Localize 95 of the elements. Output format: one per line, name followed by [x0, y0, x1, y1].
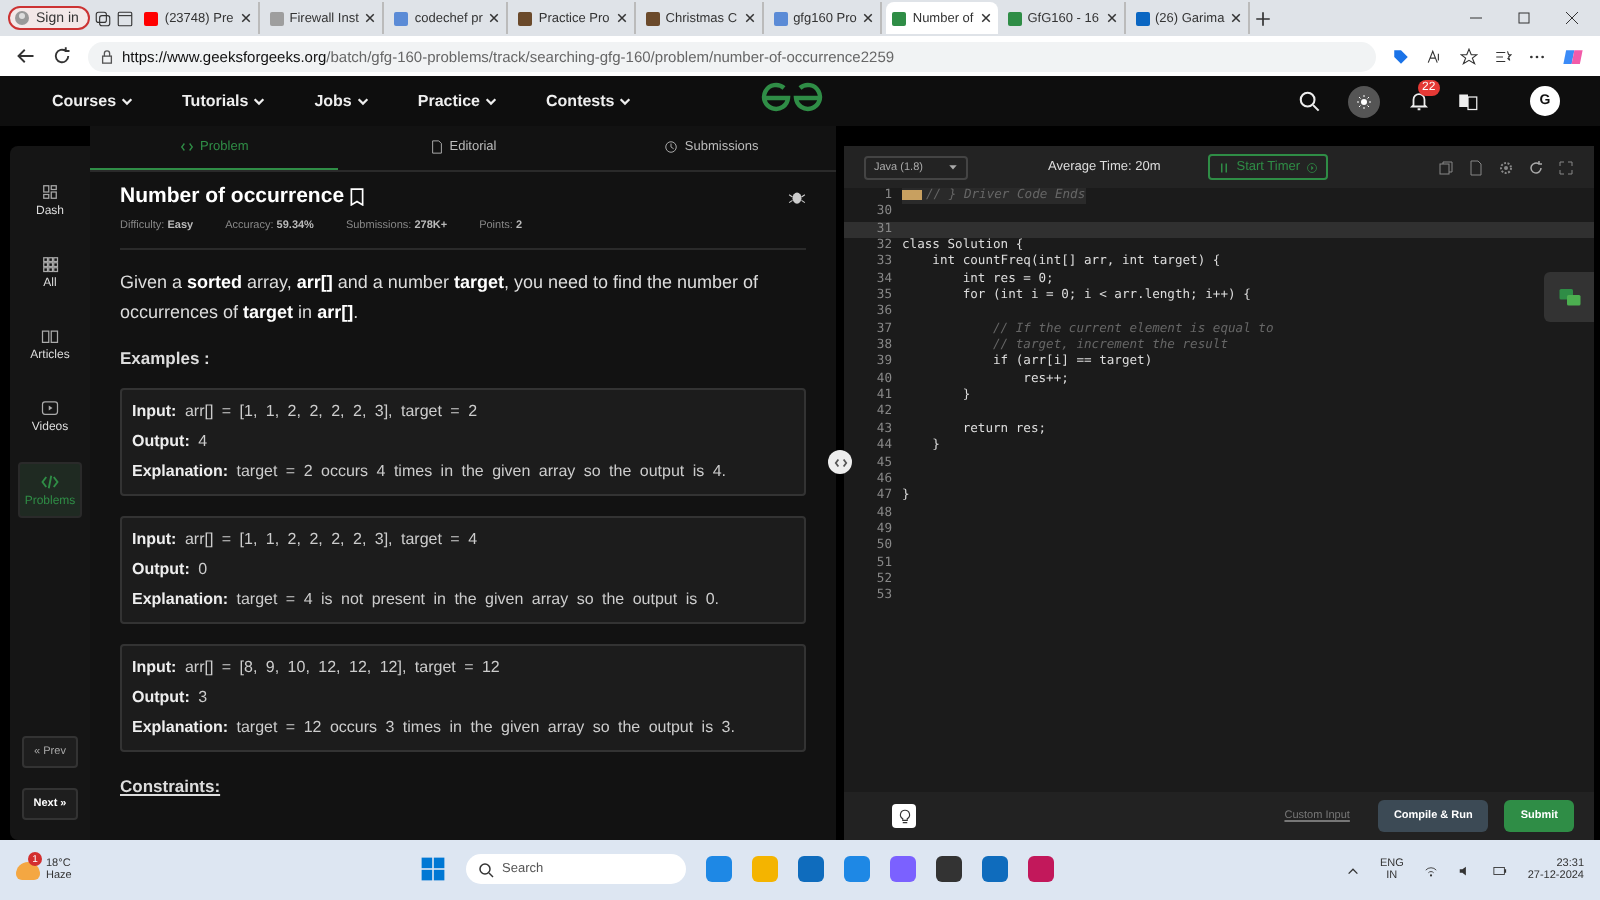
- star-icon[interactable]: [1460, 47, 1478, 65]
- close-icon[interactable]: [1564, 10, 1580, 26]
- close-icon: [743, 12, 756, 24]
- app-icon[interactable]: [936, 856, 962, 882]
- document-icon: [429, 140, 444, 154]
- logo-icon[interactable]: [760, 82, 824, 114]
- bell-icon[interactable]: [1408, 90, 1430, 112]
- example-line: Input: arr[] = [1, 1, 2, 2, 2, 2, 3], target = 4: [132, 530, 480, 550]
- chevron-icon: [355, 94, 370, 108]
- profile-icon: [14, 10, 30, 26]
- nav-menu[interactable]: Tutorials: [170, 90, 279, 112]
- chevron-icon: [618, 94, 633, 108]
- file-icon[interactable]: [1468, 159, 1484, 175]
- weather-icon: [16, 861, 40, 879]
- example-line: Output: 3: [132, 688, 210, 708]
- back-icon[interactable]: [16, 46, 36, 66]
- close-icon: [862, 12, 875, 24]
- workspaces-icon[interactable]: [94, 9, 113, 27]
- reset-icon[interactable]: [1528, 159, 1544, 175]
- problem-title: Number of occurrence: [120, 184, 345, 208]
- example-line: Explanation: target = 2 occurs 4 times in the given array so the output is 4.: [132, 462, 729, 482]
- clock-icon: [664, 140, 679, 154]
- close-icon: [239, 12, 252, 24]
- read-aloud-icon[interactable]: [1426, 47, 1444, 65]
- favicon-icon: [773, 11, 788, 25]
- example-line: Output: 0: [132, 560, 210, 580]
- settings-icon[interactable]: [1498, 159, 1514, 175]
- maximize-icon[interactable]: [1516, 10, 1532, 26]
- sun-icon: [1356, 93, 1372, 109]
- favicon-icon: [518, 11, 533, 25]
- favicon-icon: [144, 11, 159, 25]
- app-icon[interactable]: [982, 856, 1008, 882]
- close-icon: [488, 12, 501, 24]
- close-icon: [1230, 12, 1243, 24]
- search-icon[interactable]: [1298, 90, 1320, 112]
- lock-icon: [100, 49, 114, 63]
- battery-icon: [1491, 863, 1508, 877]
- nav-menu[interactable]: Jobs: [302, 90, 382, 112]
- search-icon: [478, 861, 494, 877]
- example-line: Explanation: target = 12 occurs 3 times in the given array so the output is 3.: [132, 718, 737, 738]
- close-icon: [364, 12, 377, 24]
- close-icon: [615, 12, 628, 24]
- code-icon: [180, 140, 195, 154]
- refresh-icon[interactable]: [52, 46, 72, 66]
- app-icon[interactable]: [798, 856, 824, 882]
- video-icon: [40, 398, 60, 418]
- fold-marker-icon[interactable]: [902, 189, 922, 200]
- windows-start-icon[interactable]: [420, 856, 446, 882]
- chevron-icon: [120, 94, 135, 108]
- favicon-icon: [394, 11, 409, 25]
- app-icon[interactable]: [1028, 856, 1054, 882]
- constraints-heading: Constraints:: [120, 776, 223, 796]
- speaker-icon: [1457, 863, 1472, 877]
- example-line: Explanation: target = 4 is not present in the given array so the output is 0.: [132, 590, 721, 610]
- hint-button[interactable]: [892, 804, 916, 828]
- example-line: Input: arr[] = [1, 1, 2, 2, 2, 2, 3], target = 2: [132, 402, 480, 422]
- bookmark-icon[interactable]: [348, 187, 367, 205]
- chevron-up-icon[interactable]: [1345, 863, 1360, 877]
- example-line: Output: 4: [132, 432, 210, 452]
- bug-icon[interactable]: [788, 187, 806, 205]
- chat-button[interactable]: [1544, 272, 1594, 322]
- nav-menu[interactable]: Contests: [534, 90, 645, 112]
- favorites-icon[interactable]: [1494, 47, 1512, 65]
- new-tab-icon[interactable]: [1254, 9, 1273, 27]
- theme-toggle[interactable]: [1348, 85, 1380, 117]
- code-icon: [833, 455, 847, 469]
- chat-icon: [1557, 285, 1581, 309]
- close-icon: [979, 12, 992, 24]
- copilot-icon[interactable]: [1562, 45, 1584, 67]
- examples-heading: Examples :: [120, 348, 212, 368]
- caret-icon: [948, 162, 958, 172]
- tab-actions-icon[interactable]: [116, 9, 135, 27]
- copy-icon[interactable]: [1438, 159, 1454, 175]
- close-icon: [1105, 12, 1118, 24]
- favicon-icon: [1135, 11, 1150, 25]
- lightbulb-icon: [895, 807, 913, 825]
- favicon-icon: [892, 11, 907, 25]
- grid-icon: [40, 254, 60, 274]
- timer-icon: [1218, 161, 1231, 173]
- nav-menu[interactable]: Courses: [40, 90, 147, 112]
- problem-description: Given a sorted array, arr[] and a number target, you need to find the number of occurrences of target in arr[].: [120, 270, 761, 326]
- wifi-icon: [1423, 863, 1438, 877]
- nav-menu[interactable]: Practice: [405, 90, 511, 112]
- play-icon: [1306, 161, 1319, 173]
- translate-icon[interactable]: [1458, 91, 1478, 111]
- tag-icon[interactable]: [1392, 47, 1410, 65]
- favicon-icon: [645, 11, 660, 25]
- book-icon: [40, 326, 60, 346]
- chevron-icon: [484, 94, 499, 108]
- chevron-icon: [252, 94, 267, 108]
- favicon-icon: [1007, 11, 1022, 25]
- example-line: Input: arr[] = [8, 9, 10, 12, 12, 12], target = 12: [132, 658, 502, 678]
- dashboard-icon: [40, 182, 60, 202]
- code-icon: [40, 472, 60, 492]
- favicon-icon: [269, 11, 284, 25]
